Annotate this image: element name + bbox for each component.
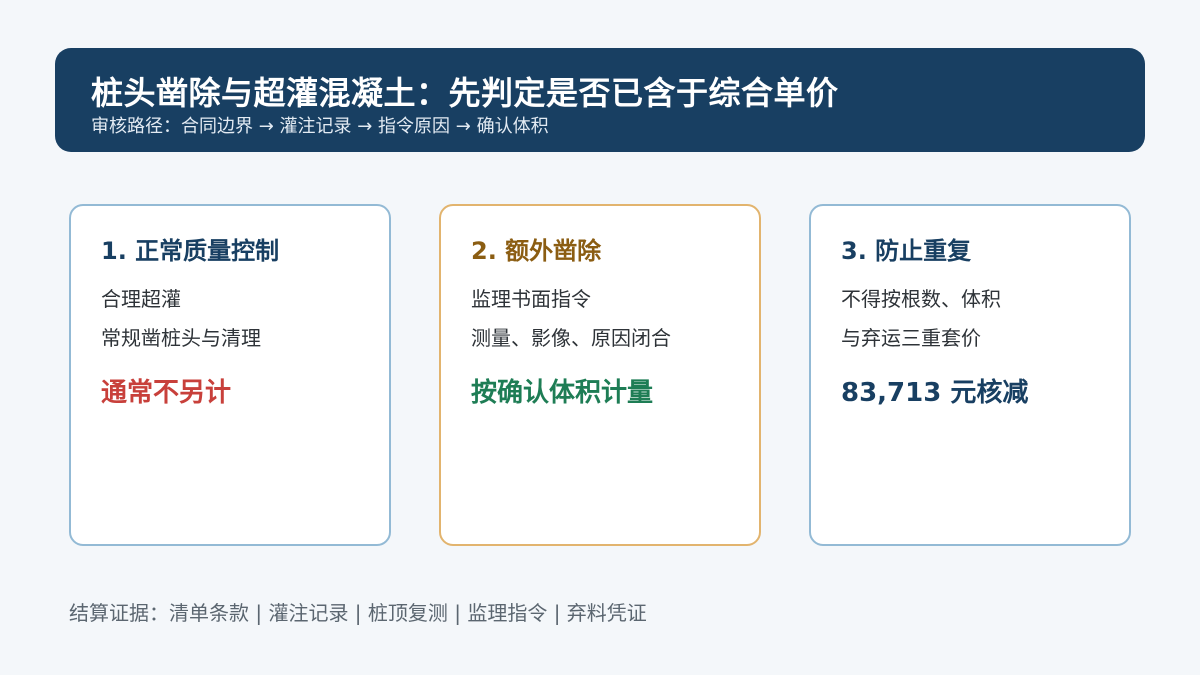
card-line: 测量、影像、原因闭合 — [471, 326, 671, 350]
card-result: 按确认体积计量 — [471, 378, 654, 408]
card-lines: 合理超灌 常规凿桩头与清理 — [101, 286, 389, 351]
card-line: 常规凿桩头与清理 — [101, 326, 261, 350]
card-line: 与弃运三重套价 — [841, 326, 981, 350]
card-lines: 监理书面指令 测量、影像、原因闭合 — [471, 286, 759, 351]
card-result: 通常不另计 — [101, 378, 232, 408]
card-line: 合理超灌 — [101, 287, 181, 311]
card-title: 3. 防止重复 — [841, 237, 972, 265]
header-banner: 桩头凿除与超灌混凝土：先判定是否已含于综合单价 审核路径：合同边界 → 灌注记录… — [55, 48, 1145, 152]
card-result: 83,713 元核减 — [841, 378, 1029, 408]
footer-evidence: 结算证据：清单条款 | 灌注记录 | 桩顶复测 | 监理指令 | 弃料凭证 — [69, 601, 647, 625]
card-line: 不得按根数、体积 — [841, 287, 1001, 311]
page-title: 桩头凿除与超灌混凝土：先判定是否已含于综合单价 — [91, 74, 839, 112]
card-title: 1. 正常质量控制 — [101, 237, 280, 265]
page-subtitle: 审核路径：合同边界 → 灌注记录 → 指令原因 → 确认体积 — [91, 116, 549, 137]
card-title: 2. 额外凿除 — [471, 237, 602, 265]
slide: 桩头凿除与超灌混凝土：先判定是否已含于综合单价 审核路径：合同边界 → 灌注记录… — [0, 0, 1200, 675]
card-line: 监理书面指令 — [471, 287, 591, 311]
card-prevent-duplication: 3. 防止重复 不得按根数、体积 与弃运三重套价 83,713 元核减 — [809, 204, 1131, 546]
card-lines: 不得按根数、体积 与弃运三重套价 — [841, 286, 1129, 351]
card-normal-quality-control: 1. 正常质量控制 合理超灌 常规凿桩头与清理 通常不另计 — [69, 204, 391, 546]
card-extra-removal: 2. 额外凿除 监理书面指令 测量、影像、原因闭合 按确认体积计量 — [439, 204, 761, 546]
